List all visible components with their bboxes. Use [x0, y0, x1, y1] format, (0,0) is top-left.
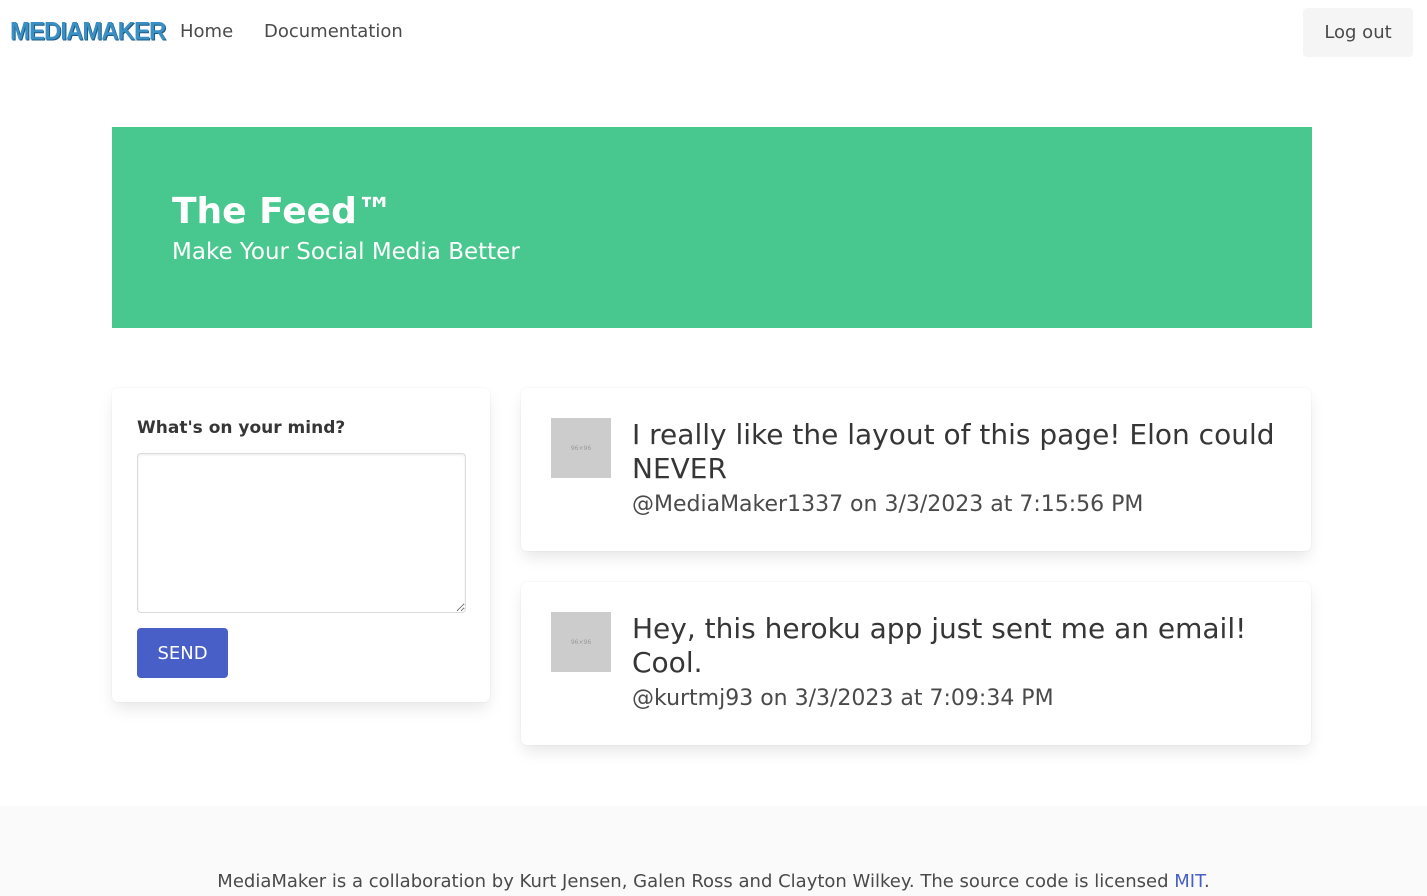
nav-link-documentation[interactable]: Documentation	[264, 21, 403, 42]
brand-logo[interactable]: MEDIAMAKER	[10, 17, 166, 46]
post-card: 96×96 I really like the layout of this p…	[521, 388, 1311, 551]
footer-credits: MediaMaker is a collaboration by Kurt Je…	[217, 871, 1175, 892]
hero-banner: The Feed™ Make Your Social Media Better	[112, 127, 1312, 328]
post-meta: @kurtmj93 on 3/3/2023 at 7:09:34 PM	[632, 686, 1054, 711]
license-link[interactable]: MIT	[1174, 871, 1204, 892]
post-body: Hey, this heroku app just sent me an ema…	[632, 612, 1282, 714]
post-text: I really like the layout of this page! E…	[632, 418, 1275, 485]
compose-box: What's on your mind? SEND	[112, 388, 490, 702]
page-title: The Feed™	[172, 191, 393, 232]
footer-text: MediaMaker is a collaboration by Kurt Je…	[0, 871, 1427, 892]
post-body: I really like the layout of this page! E…	[632, 418, 1282, 520]
post-text: Hey, this heroku app just sent me an ema…	[632, 612, 1247, 679]
post-textarea[interactable]	[137, 453, 466, 613]
footer-period: .	[1203, 871, 1210, 892]
avatar: 96×96	[551, 612, 611, 672]
nav-link-home[interactable]: Home	[180, 21, 233, 42]
avatar: 96×96	[551, 418, 611, 478]
logout-button[interactable]: Log out	[1303, 8, 1413, 57]
page-subtitle: Make Your Social Media Better	[172, 239, 520, 265]
navbar: MEDIAMAKER Home Documentation Log out	[0, 0, 1427, 66]
compose-label: What's on your mind?	[137, 418, 346, 438]
post-card: 96×96 Hey, this heroku app just sent me …	[521, 582, 1311, 745]
post-meta: @MediaMaker1337 on 3/3/2023 at 7:15:56 P…	[632, 492, 1144, 517]
send-button[interactable]: SEND	[137, 628, 228, 678]
footer: MediaMaker is a collaboration by Kurt Je…	[0, 806, 1427, 896]
